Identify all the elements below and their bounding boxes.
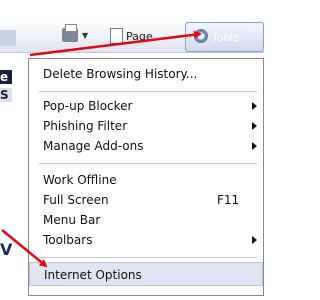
- page-fragment: V: [0, 240, 13, 259]
- feeds-icon[interactable]: [0, 30, 16, 46]
- page-icon: [110, 28, 123, 44]
- menu-item-toolbars[interactable]: Toolbars: [29, 228, 263, 252]
- menu-item-manage-addons[interactable]: Manage Add-ons: [29, 134, 263, 158]
- print-button[interactable]: ▼: [62, 24, 89, 42]
- tools-menu: Delete Browsing History... Pop-up Blocke…: [28, 58, 264, 296]
- page-label: Page: [126, 29, 153, 43]
- tools-label: Tools: [212, 31, 240, 44]
- gear-icon: [194, 29, 208, 43]
- page-button[interactable]: Page: [110, 28, 153, 44]
- menu-separator: [39, 257, 257, 258]
- menu-item-internet-options[interactable]: Internet Options: [29, 262, 263, 286]
- chevron-down-icon: ▼: [82, 30, 89, 40]
- submenu-arrow-icon: [252, 142, 257, 150]
- printer-icon: [62, 24, 78, 42]
- tools-button[interactable]: Tools: [185, 22, 264, 52]
- menu-separator: [39, 91, 257, 92]
- menu-separator: [39, 163, 257, 164]
- submenu-arrow-icon: [252, 102, 257, 110]
- submenu-arrow-icon: [252, 236, 257, 244]
- page-fragment: S: [0, 88, 12, 102]
- page-fragment: e: [0, 70, 12, 84]
- menu-item-delete-browsing-history[interactable]: Delete Browsing History...: [29, 62, 263, 86]
- shortcut-label: F11: [217, 193, 240, 207]
- submenu-arrow-icon: [252, 122, 257, 130]
